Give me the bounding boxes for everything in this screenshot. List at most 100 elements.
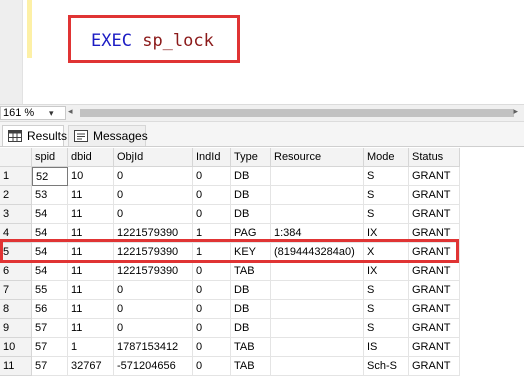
cell-indid[interactable]: 0 bbox=[193, 357, 231, 376]
cell-status[interactable]: GRANT bbox=[409, 281, 460, 300]
cell-type[interactable]: KEY bbox=[231, 243, 271, 262]
cell-status[interactable]: GRANT bbox=[409, 319, 460, 338]
cell-type[interactable]: DB bbox=[231, 205, 271, 224]
cell-spid[interactable]: 55 bbox=[32, 281, 68, 300]
cell-mode[interactable]: IS bbox=[364, 338, 409, 357]
cell-type[interactable]: TAB bbox=[231, 338, 271, 357]
cell-objid[interactable]: 1221579390 bbox=[114, 262, 193, 281]
cell-dbid[interactable]: 11 bbox=[68, 300, 114, 319]
header-mode[interactable]: Mode bbox=[364, 148, 409, 167]
cell-dbid[interactable]: 1 bbox=[68, 338, 114, 357]
cell-spid[interactable]: 54 bbox=[32, 205, 68, 224]
tab-results[interactable]: Results bbox=[2, 125, 67, 146]
cell-mode[interactable]: S bbox=[364, 281, 409, 300]
cell-status[interactable]: GRANT bbox=[409, 243, 460, 262]
header-indid[interactable]: IndId bbox=[193, 148, 231, 167]
cell-rownum[interactable]: 3 bbox=[0, 205, 32, 224]
cell-indid[interactable]: 0 bbox=[193, 300, 231, 319]
cell-rownum[interactable]: 9 bbox=[0, 319, 32, 338]
query-editor[interactable]: EXEC sp_lock bbox=[0, 0, 524, 104]
cell-type[interactable]: TAB bbox=[231, 357, 271, 376]
cell-status[interactable]: GRANT bbox=[409, 338, 460, 357]
cell-spid[interactable]: 53 bbox=[32, 186, 68, 205]
cell-mode[interactable]: S bbox=[364, 205, 409, 224]
cell-indid[interactable]: 0 bbox=[193, 319, 231, 338]
cell-type[interactable]: DB bbox=[231, 167, 271, 186]
scroll-left-icon[interactable]: ◂ bbox=[68, 106, 73, 117]
table-row[interactable]: 5 54 11 1221579390 1 KEY (8194443284a0) X GRANT bbox=[0, 243, 460, 262]
cell-objid[interactable]: 0 bbox=[114, 319, 193, 338]
cell-status[interactable]: GRANT bbox=[409, 357, 460, 376]
table-row[interactable]: 1 52 10 0 0 DB S GRANT bbox=[0, 167, 460, 186]
cell-resource[interactable] bbox=[271, 300, 364, 319]
cell-objid[interactable]: 0 bbox=[114, 205, 193, 224]
cell-spid[interactable]: 54 bbox=[32, 262, 68, 281]
table-row[interactable]: 7 55 11 0 0 DB S GRANT bbox=[0, 281, 460, 300]
cell-objid[interactable]: 0 bbox=[114, 167, 193, 186]
scroll-right-icon[interactable]: ▸ bbox=[513, 106, 518, 117]
cell-resource[interactable] bbox=[271, 319, 364, 338]
cell-type[interactable]: DB bbox=[231, 319, 271, 338]
cell-status[interactable]: GRANT bbox=[409, 262, 460, 281]
header-dbid[interactable]: dbid bbox=[68, 148, 114, 167]
cell-resource[interactable] bbox=[271, 262, 364, 281]
cell-dbid[interactable]: 11 bbox=[68, 205, 114, 224]
cell-rownum[interactable]: 1 bbox=[0, 167, 32, 186]
cell-status[interactable]: GRANT bbox=[409, 224, 460, 243]
header-spid[interactable]: spid bbox=[32, 148, 68, 167]
cell-dbid[interactable]: 10 bbox=[68, 167, 114, 186]
cell-mode[interactable]: IX bbox=[364, 262, 409, 281]
cell-rownum[interactable]: 8 bbox=[0, 300, 32, 319]
cell-resource[interactable] bbox=[271, 167, 364, 186]
cell-dbid[interactable]: 11 bbox=[68, 262, 114, 281]
table-row[interactable]: 2 53 11 0 0 DB S GRANT bbox=[0, 186, 460, 205]
cell-resource[interactable] bbox=[271, 186, 364, 205]
cell-status[interactable]: GRANT bbox=[409, 300, 460, 319]
cell-rownum[interactable]: 2 bbox=[0, 186, 32, 205]
cell-type[interactable]: PAG bbox=[231, 224, 271, 243]
table-row[interactable]: 10 57 1 1787153412 0 TAB IS GRANT bbox=[0, 338, 460, 357]
cell-indid[interactable]: 0 bbox=[193, 338, 231, 357]
cell-spid[interactable]: 52 bbox=[32, 167, 68, 186]
header-type[interactable]: Type bbox=[231, 148, 271, 167]
cell-rownum[interactable]: 10 bbox=[0, 338, 32, 357]
table-row[interactable]: 11 57 32767 -571204656 0 TAB Sch-S GRANT bbox=[0, 357, 460, 376]
header-status[interactable]: Status bbox=[409, 148, 460, 167]
cell-resource[interactable] bbox=[271, 281, 364, 300]
cell-indid[interactable]: 0 bbox=[193, 281, 231, 300]
cell-resource[interactable] bbox=[271, 205, 364, 224]
cell-resource[interactable] bbox=[271, 357, 364, 376]
cell-spid[interactable]: 54 bbox=[32, 224, 68, 243]
code-line[interactable]: EXEC sp_lock bbox=[91, 32, 214, 50]
cell-spid[interactable]: 57 bbox=[32, 338, 68, 357]
cell-type[interactable]: DB bbox=[231, 186, 271, 205]
table-row[interactable]: 6 54 11 1221579390 0 TAB IX GRANT bbox=[0, 262, 460, 281]
table-row[interactable]: 4 54 11 1221579390 1 PAG 1:384 IX GRANT bbox=[0, 224, 460, 243]
cell-rownum[interactable]: 4 bbox=[0, 224, 32, 243]
cell-spid[interactable]: 54 bbox=[32, 243, 68, 262]
cell-status[interactable]: GRANT bbox=[409, 167, 460, 186]
cell-objid[interactable]: 1787153412 bbox=[114, 338, 193, 357]
cell-mode[interactable]: S bbox=[364, 167, 409, 186]
cell-objid[interactable]: 1221579390 bbox=[114, 224, 193, 243]
cell-indid[interactable]: 0 bbox=[193, 262, 231, 281]
header-objid[interactable]: ObjId bbox=[114, 148, 193, 167]
cell-dbid[interactable]: 11 bbox=[68, 186, 114, 205]
cell-indid[interactable]: 0 bbox=[193, 205, 231, 224]
cell-mode[interactable]: S bbox=[364, 186, 409, 205]
cell-dbid[interactable]: 11 bbox=[68, 281, 114, 300]
cell-objid[interactable]: 0 bbox=[114, 281, 193, 300]
cell-type[interactable]: DB bbox=[231, 281, 271, 300]
horizontal-scrollbar[interactable]: ◂ ▸ bbox=[68, 106, 518, 118]
cell-resource[interactable] bbox=[271, 338, 364, 357]
cell-dbid[interactable]: 11 bbox=[68, 319, 114, 338]
cell-mode[interactable]: S bbox=[364, 300, 409, 319]
cell-indid[interactable]: 0 bbox=[193, 186, 231, 205]
cell-indid[interactable]: 0 bbox=[193, 167, 231, 186]
cell-rownum[interactable]: 11 bbox=[0, 357, 32, 376]
cell-dbid[interactable]: 11 bbox=[68, 243, 114, 262]
cell-status[interactable]: GRANT bbox=[409, 186, 460, 205]
cell-dbid[interactable]: 11 bbox=[68, 224, 114, 243]
cell-resource[interactable]: 1:384 bbox=[271, 224, 364, 243]
cell-mode[interactable]: X bbox=[364, 243, 409, 262]
